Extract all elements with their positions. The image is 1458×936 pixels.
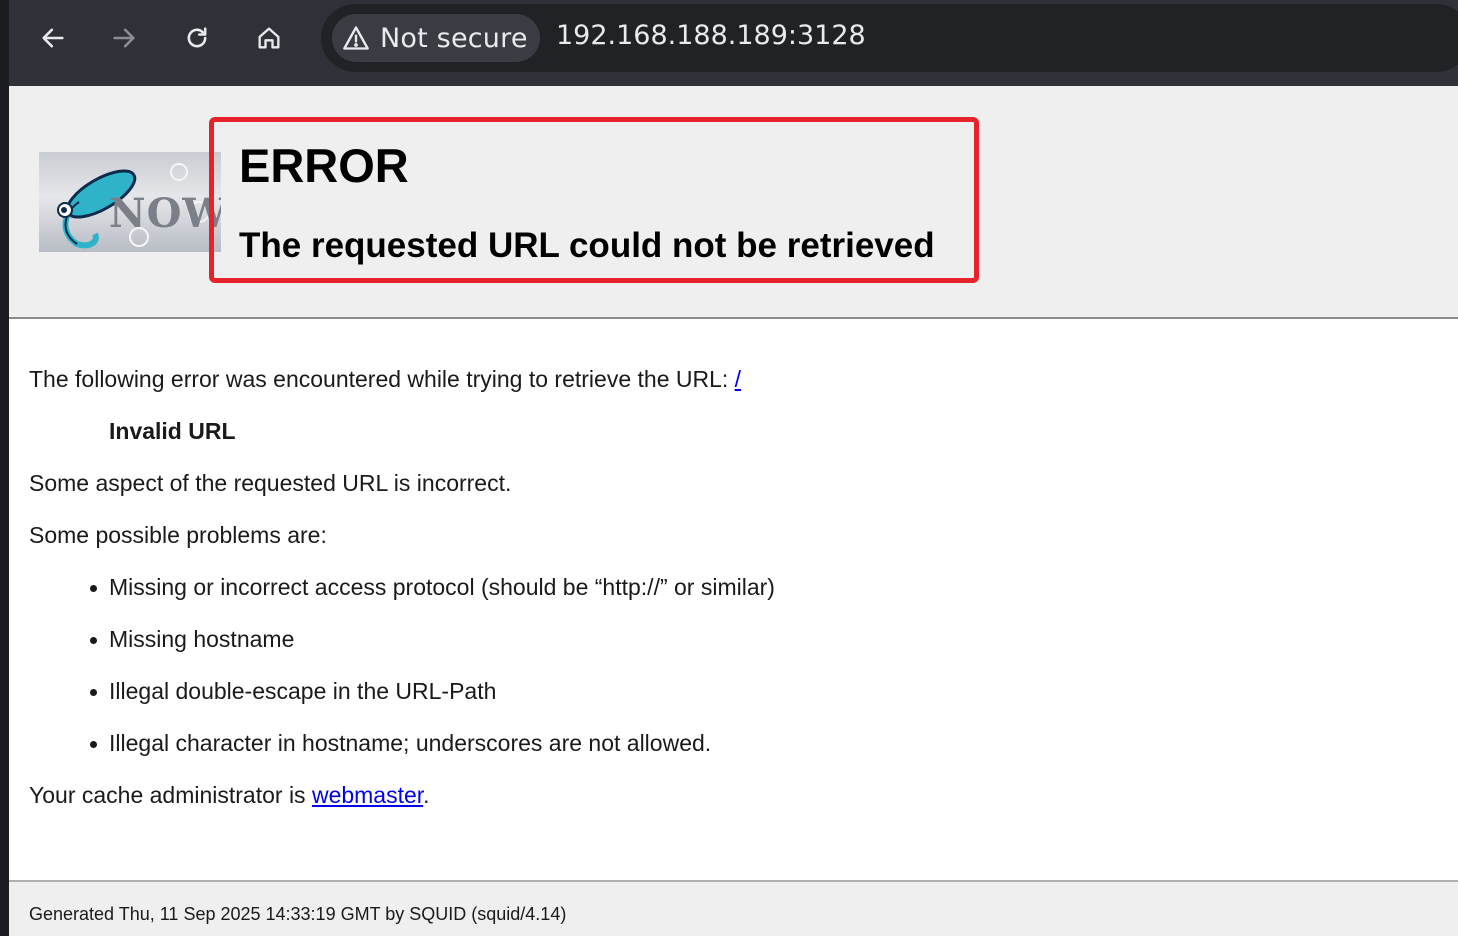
list-item: Illegal character in hostname; underscor… [89, 730, 712, 756]
page-title: ERROR [239, 139, 409, 192]
list-item: Missing or incorrect access protocol (sh… [90, 574, 775, 600]
back-button[interactable] [33, 18, 73, 58]
webmaster-link[interactable]: webmaster [312, 782, 423, 808]
problems-heading: Some possible problems are: [29, 522, 327, 548]
reload-button[interactable] [177, 18, 217, 58]
error-name: Invalid URL [109, 418, 236, 444]
error-description: Some aspect of the requested URL is inco… [29, 470, 512, 496]
home-button[interactable] [249, 18, 289, 58]
browser-toolbar: Not secure 192.168.188.189:3128 [0, 0, 1458, 86]
arrow-right-icon [113, 28, 135, 48]
warning-triangle-icon [343, 26, 369, 50]
forward-button[interactable] [104, 18, 144, 58]
intro-text: The following error was encountered whil… [29, 366, 741, 393]
window-edge [0, 86, 9, 936]
admin-text: Your cache administrator is webmaster. [29, 782, 430, 809]
error-header: NOW ERROR The requested URL could not be… [9, 86, 1458, 319]
admin-prefix: Your cache administrator is [29, 782, 312, 808]
page-subtitle: The requested URL could not be retrieved [239, 226, 935, 265]
page-viewport: NOW ERROR The requested URL could not be… [9, 86, 1458, 936]
list-item: Illegal double-escape in the URL-Path [89, 678, 497, 704]
url-text[interactable]: 192.168.188.189:3128 [556, 20, 866, 51]
home-icon [258, 27, 280, 49]
intro-label: The following error was encountered whil… [29, 366, 735, 392]
admin-suffix: . [423, 782, 430, 808]
security-chip[interactable]: Not secure [332, 14, 540, 62]
footer-text: Generated Thu, 11 Sep 2025 14:33:19 GMT … [29, 904, 567, 924]
squid-logo: NOW [39, 152, 221, 252]
list-item: Missing hostname [89, 626, 295, 652]
page-footer: Generated Thu, 11 Sep 2025 14:33:19 GMT … [9, 880, 1458, 936]
security-label: Not secure [380, 22, 528, 54]
arrow-left-icon [42, 28, 64, 48]
requested-url-link[interactable]: / [735, 366, 741, 392]
reload-icon [187, 27, 207, 48]
logo-text: NOW [109, 190, 221, 237]
